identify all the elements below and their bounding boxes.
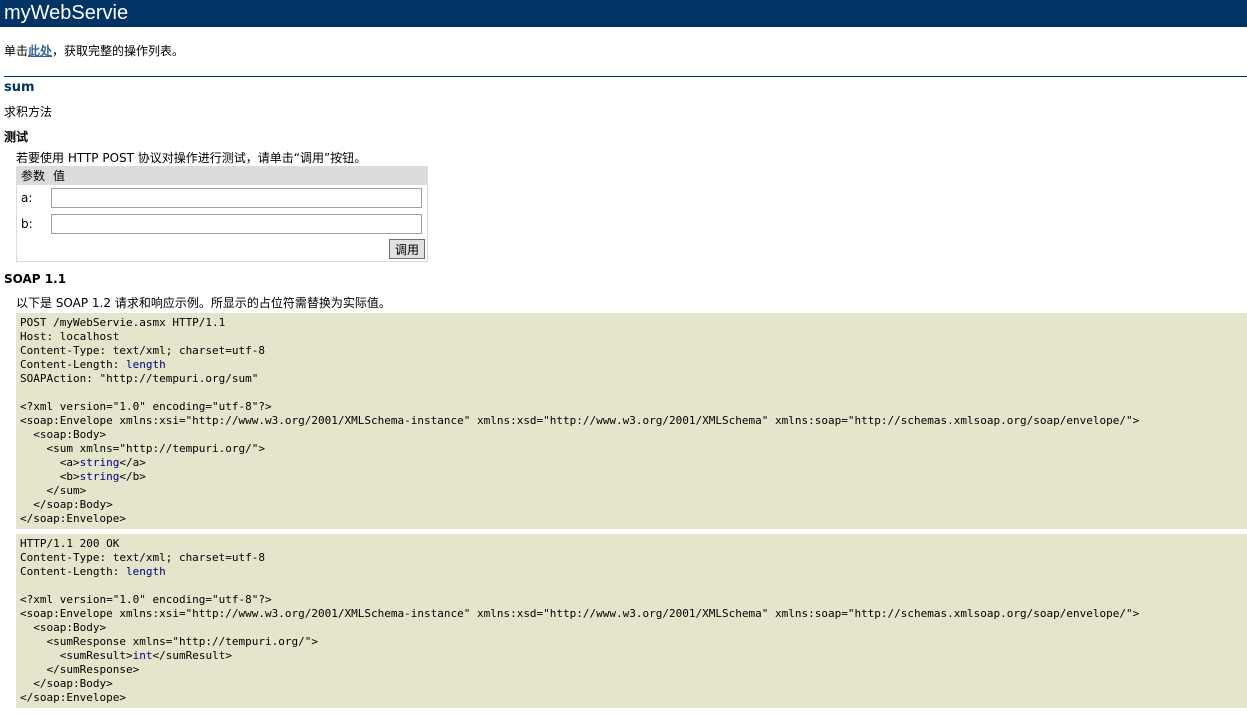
code-text: <a> [20, 456, 80, 469]
service-title: myWebServie [0, 0, 1247, 27]
code-text: <soap:Envelope xmlns:xsi="http://www.w3.… [20, 414, 1140, 427]
code-text: Content-Type: text/xml; charset=utf-8 [20, 344, 266, 357]
code-line: <sumResult>int</sumResult> [20, 649, 232, 662]
code-line: <?xml version="1.0" encoding="utf-8"?> [20, 400, 272, 413]
code-line: <?xml version="1.0" encoding="utf-8"?> [20, 593, 272, 606]
soap-heading: SOAP 1.1 [4, 272, 67, 286]
code-text: <sumResult> [20, 649, 133, 662]
code-line: </sum> [20, 484, 86, 497]
intro-suffix: ，获取完整的操作列表。 [52, 44, 185, 58]
operation-name: sum [4, 80, 35, 95]
code-text: <sum xmlns="http://tempuri.org/"> [20, 442, 266, 455]
code-line: Content-Type: text/xml; charset=utf-8 [20, 551, 265, 564]
soap-request-sample: POST /myWebServie.asmx HTTP/1.1 Host: lo… [16, 313, 1247, 529]
code-placeholder: string [79, 470, 120, 483]
code-text: </soap:Body> [20, 498, 113, 511]
main-content: 单击此处，获取完整的操作列表。 sum 求积方法 测试 若要使用 HTTP PO… [0, 43, 1247, 708]
code-line: <soap:Envelope xmlns:xsi="http://www.w3.… [20, 607, 1139, 620]
test-form-header: 参数 值 [17, 167, 427, 185]
code-text: <soap:Envelope xmlns:xsi="http://www.w3.… [20, 607, 1140, 620]
code-text: </soap:Body> [20, 677, 113, 690]
code-placeholder: int [132, 649, 153, 662]
param-column-header: 参数 [21, 169, 46, 183]
value-column-header: 值 [53, 169, 66, 183]
code-line: HTTP/1.1 200 OK [20, 537, 119, 550]
divider [4, 76, 1247, 77]
code-text: </a> [119, 456, 146, 469]
operations-list-link[interactable]: 此处 [28, 44, 52, 58]
soap-description: 以下是 SOAP 1.2 请求和响应示例。所显示的占位符需替换为实际值。 [16, 296, 391, 310]
code-line: </sumResponse> [20, 663, 139, 676]
code-line: <a>string</a> [20, 456, 146, 469]
code-text: Content-Type: text/xml; charset=utf-8 [20, 551, 266, 564]
code-text: SOAPAction: "http://tempuri.org/sum" [20, 372, 259, 385]
code-text: <soap:Body> [20, 428, 107, 441]
code-line: <soap:Body> [20, 621, 106, 634]
code-placeholder: length [125, 358, 166, 371]
code-text: <?xml version="1.0" encoding="utf-8"?> [20, 400, 272, 413]
code-line: Content-Length: length [20, 358, 166, 371]
operations-intro: 单击此处，获取完整的操作列表。 [4, 43, 1247, 59]
code-text: <?xml version="1.0" encoding="utf-8"?> [20, 593, 272, 606]
invoke-button[interactable]: 调用 [388, 239, 425, 259]
param-row-b: b: [17, 211, 427, 237]
code-text: Content-Length: [20, 565, 126, 578]
code-line: POST /myWebServie.asmx HTTP/1.1 [20, 316, 225, 329]
code-line: Content-Type: text/xml; charset=utf-8 [20, 344, 265, 357]
operation-description: 求积方法 [4, 105, 53, 119]
code-text: Host: localhost [20, 330, 120, 343]
code-text: Content-Length: [20, 358, 126, 371]
code-line: </soap:Body> [20, 677, 113, 690]
code-text: </soap:Envelope> [20, 691, 126, 704]
test-heading: 测试 [4, 130, 29, 144]
code-line: </soap:Body> [20, 498, 113, 511]
soap-response-sample: HTTP/1.1 200 OK Content-Type: text/xml; … [16, 534, 1247, 708]
code-text: <soap:Body> [20, 621, 107, 634]
code-line: </soap:Envelope> [20, 691, 126, 704]
param-a-label: a: [21, 191, 33, 205]
invoke-row: 调用 [17, 237, 427, 261]
code-line: <soap:Envelope xmlns:xsi="http://www.w3.… [20, 414, 1139, 427]
code-line: <sumResponse xmlns="http://tempuri.org/"… [20, 635, 318, 648]
code-text: </soap:Envelope> [20, 512, 126, 525]
code-text: <sumResponse xmlns="http://tempuri.org/"… [20, 635, 319, 648]
code-line: SOAPAction: "http://tempuri.org/sum" [20, 372, 258, 385]
code-line: </soap:Envelope> [20, 512, 126, 525]
param-b-label: b: [21, 217, 33, 231]
code-text: HTTP/1.1 200 OK [20, 537, 120, 550]
test-form: 参数 值 a: b: 调用 [16, 166, 428, 262]
intro-prefix: 单击 [4, 44, 29, 58]
code-placeholder: length [125, 565, 166, 578]
code-placeholder: string [79, 456, 120, 469]
code-line: <b>string</b> [20, 470, 146, 483]
code-text: </sum> [20, 484, 87, 497]
code-text: <b> [20, 470, 80, 483]
code-line: Host: localhost [20, 330, 119, 343]
code-text: </b> [119, 470, 146, 483]
code-text: </sumResult> [152, 649, 232, 662]
param-b-input[interactable] [51, 214, 422, 234]
param-row-a: a: [17, 185, 427, 211]
code-text: </sumResponse> [20, 663, 140, 676]
param-a-input[interactable] [51, 188, 422, 208]
code-text: POST /myWebServie.asmx HTTP/1.1 [20, 316, 226, 329]
code-line: Content-Length: length [20, 565, 166, 578]
test-description: 若要使用 HTTP POST 协议对操作进行测试，请单击“调用”按钮。 [16, 151, 367, 165]
code-line: <soap:Body> [20, 428, 106, 441]
code-line: <sum xmlns="http://tempuri.org/"> [20, 442, 265, 455]
